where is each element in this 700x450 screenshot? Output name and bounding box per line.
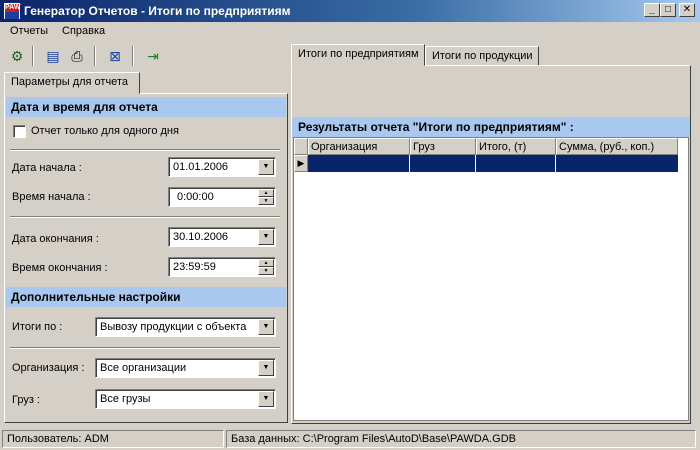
excel-icon[interactable]: ⊠ bbox=[104, 46, 126, 66]
section-extra-header: Дополнительные настройки bbox=[6, 287, 286, 307]
spin-up-icon[interactable]: ▲ bbox=[258, 189, 274, 197]
form-icon[interactable]: ▤ bbox=[42, 46, 64, 66]
status-user: Пользователь: ADM bbox=[2, 430, 224, 448]
menu-bar: Отчеты Справка bbox=[0, 22, 700, 41]
cargo-value: Все грузы bbox=[100, 393, 151, 405]
end-date-picker[interactable]: 30.10.2006 ▼ bbox=[168, 227, 276, 247]
column-header-total-tons[interactable]: Итого, (т) bbox=[476, 138, 556, 155]
end-date-value: 30.10.2006 bbox=[173, 231, 229, 243]
window-title: Генератор Отчетов - Итоги по предприятия… bbox=[24, 4, 291, 18]
cargo-select[interactable]: Все грузы ▼ bbox=[95, 389, 276, 409]
results-title: Результаты отчета "Итоги по предприятиям… bbox=[292, 117, 690, 137]
minimize-button[interactable]: _ bbox=[644, 3, 660, 17]
menu-help[interactable]: Справка bbox=[62, 25, 105, 37]
status-bar: Пользователь: ADM База данных: C:\Progra… bbox=[0, 428, 700, 450]
left-tab-strip: Параметры для отчета bbox=[4, 72, 288, 94]
grid-corner bbox=[294, 138, 308, 155]
grid-cell bbox=[476, 155, 556, 172]
chevron-down-icon[interactable]: ▼ bbox=[258, 391, 274, 407]
start-time-spinner[interactable]: 0:00:00 ▲ ▼ bbox=[168, 187, 276, 207]
grid-cell bbox=[308, 155, 410, 172]
start-date-picker[interactable]: 01.01.2006 ▼ bbox=[168, 157, 276, 177]
status-database: База данных: C:\Program Files\AutoD\Base… bbox=[226, 430, 696, 448]
chevron-down-icon[interactable]: ▼ bbox=[258, 229, 274, 245]
start-time-label: Время начала : bbox=[12, 191, 91, 203]
toolbar-separator bbox=[94, 46, 96, 66]
chevron-down-icon[interactable]: ▼ bbox=[258, 319, 274, 335]
start-date-label: Дата начала : bbox=[12, 162, 82, 174]
section-datetime-header: Дата и время для отчета bbox=[6, 97, 286, 117]
exit-icon[interactable]: ⇥ bbox=[142, 46, 164, 66]
column-header-cargo[interactable]: Груз bbox=[410, 138, 476, 155]
start-time-value: 0:00:00 bbox=[177, 191, 214, 203]
divider bbox=[10, 216, 280, 218]
column-header-organization[interactable]: Организация bbox=[308, 138, 410, 155]
org-label: Организация : bbox=[12, 362, 85, 374]
spin-down-icon[interactable]: ▼ bbox=[258, 197, 274, 205]
results-grid[interactable]: Организация Груз Итого, (т) Сумма, (руб.… bbox=[293, 137, 689, 421]
run-report-icon[interactable]: ⚙ bbox=[6, 46, 28, 66]
menu-reports[interactable]: Отчеты bbox=[10, 25, 48, 37]
grid-cell bbox=[410, 155, 476, 172]
row-indicator-icon: ▶ bbox=[294, 155, 308, 172]
app-logo-icon: PAW bbox=[4, 3, 20, 19]
print-icon[interactable]: ⎙ bbox=[66, 46, 88, 66]
title-bar: PAW Генератор Отчетов - Итоги по предпри… bbox=[0, 0, 700, 22]
end-date-label: Дата окончания : bbox=[12, 233, 99, 245]
single-day-label: Отчет только для одного дня bbox=[31, 125, 179, 137]
totals-by-value: Вывозу продукции с объекта bbox=[100, 321, 247, 333]
app-window: PAW Генератор Отчетов - Итоги по предпри… bbox=[0, 0, 700, 450]
divider bbox=[10, 149, 280, 151]
tab-totals-by-product[interactable]: Итоги по продукции bbox=[425, 46, 539, 66]
spin-down-icon[interactable]: ▼ bbox=[258, 267, 274, 275]
spin-up-icon[interactable]: ▲ bbox=[258, 259, 274, 267]
chevron-down-icon[interactable]: ▼ bbox=[258, 360, 274, 376]
start-date-value: 01.01.2006 bbox=[173, 161, 229, 173]
chevron-down-icon[interactable]: ▼ bbox=[258, 159, 274, 175]
totals-by-label: Итоги по : bbox=[12, 321, 63, 333]
end-time-value: 23:59:59 bbox=[173, 261, 216, 273]
toolbar-separator bbox=[32, 46, 34, 66]
toolbar-separator bbox=[132, 46, 134, 66]
close-button[interactable]: ✕ bbox=[679, 3, 695, 17]
toolbar: ⚙ ▤ ⎙ ⊠ ⇥ bbox=[0, 42, 290, 70]
end-time-label: Время окончания : bbox=[12, 262, 108, 274]
cargo-label: Груз : bbox=[12, 394, 40, 406]
org-value: Все организации bbox=[100, 362, 187, 374]
org-select[interactable]: Все организации ▼ bbox=[95, 358, 276, 378]
tab-totals-by-enterprise[interactable]: Итоги по предприятиям bbox=[291, 44, 425, 66]
column-header-sum[interactable]: Сумма, (руб., коп.) bbox=[556, 138, 678, 155]
right-tab-strip: Итоги по предприятиям Итоги по продукции bbox=[291, 44, 691, 66]
end-time-spinner[interactable]: 23:59:59 ▲ ▼ bbox=[168, 257, 276, 277]
totals-by-select[interactable]: Вывозу продукции с объекта ▼ bbox=[95, 317, 276, 337]
divider bbox=[10, 347, 280, 349]
tab-report-params[interactable]: Параметры для отчета bbox=[4, 72, 140, 94]
maximize-button[interactable]: □ bbox=[660, 3, 676, 17]
single-day-checkbox[interactable] bbox=[13, 125, 26, 138]
